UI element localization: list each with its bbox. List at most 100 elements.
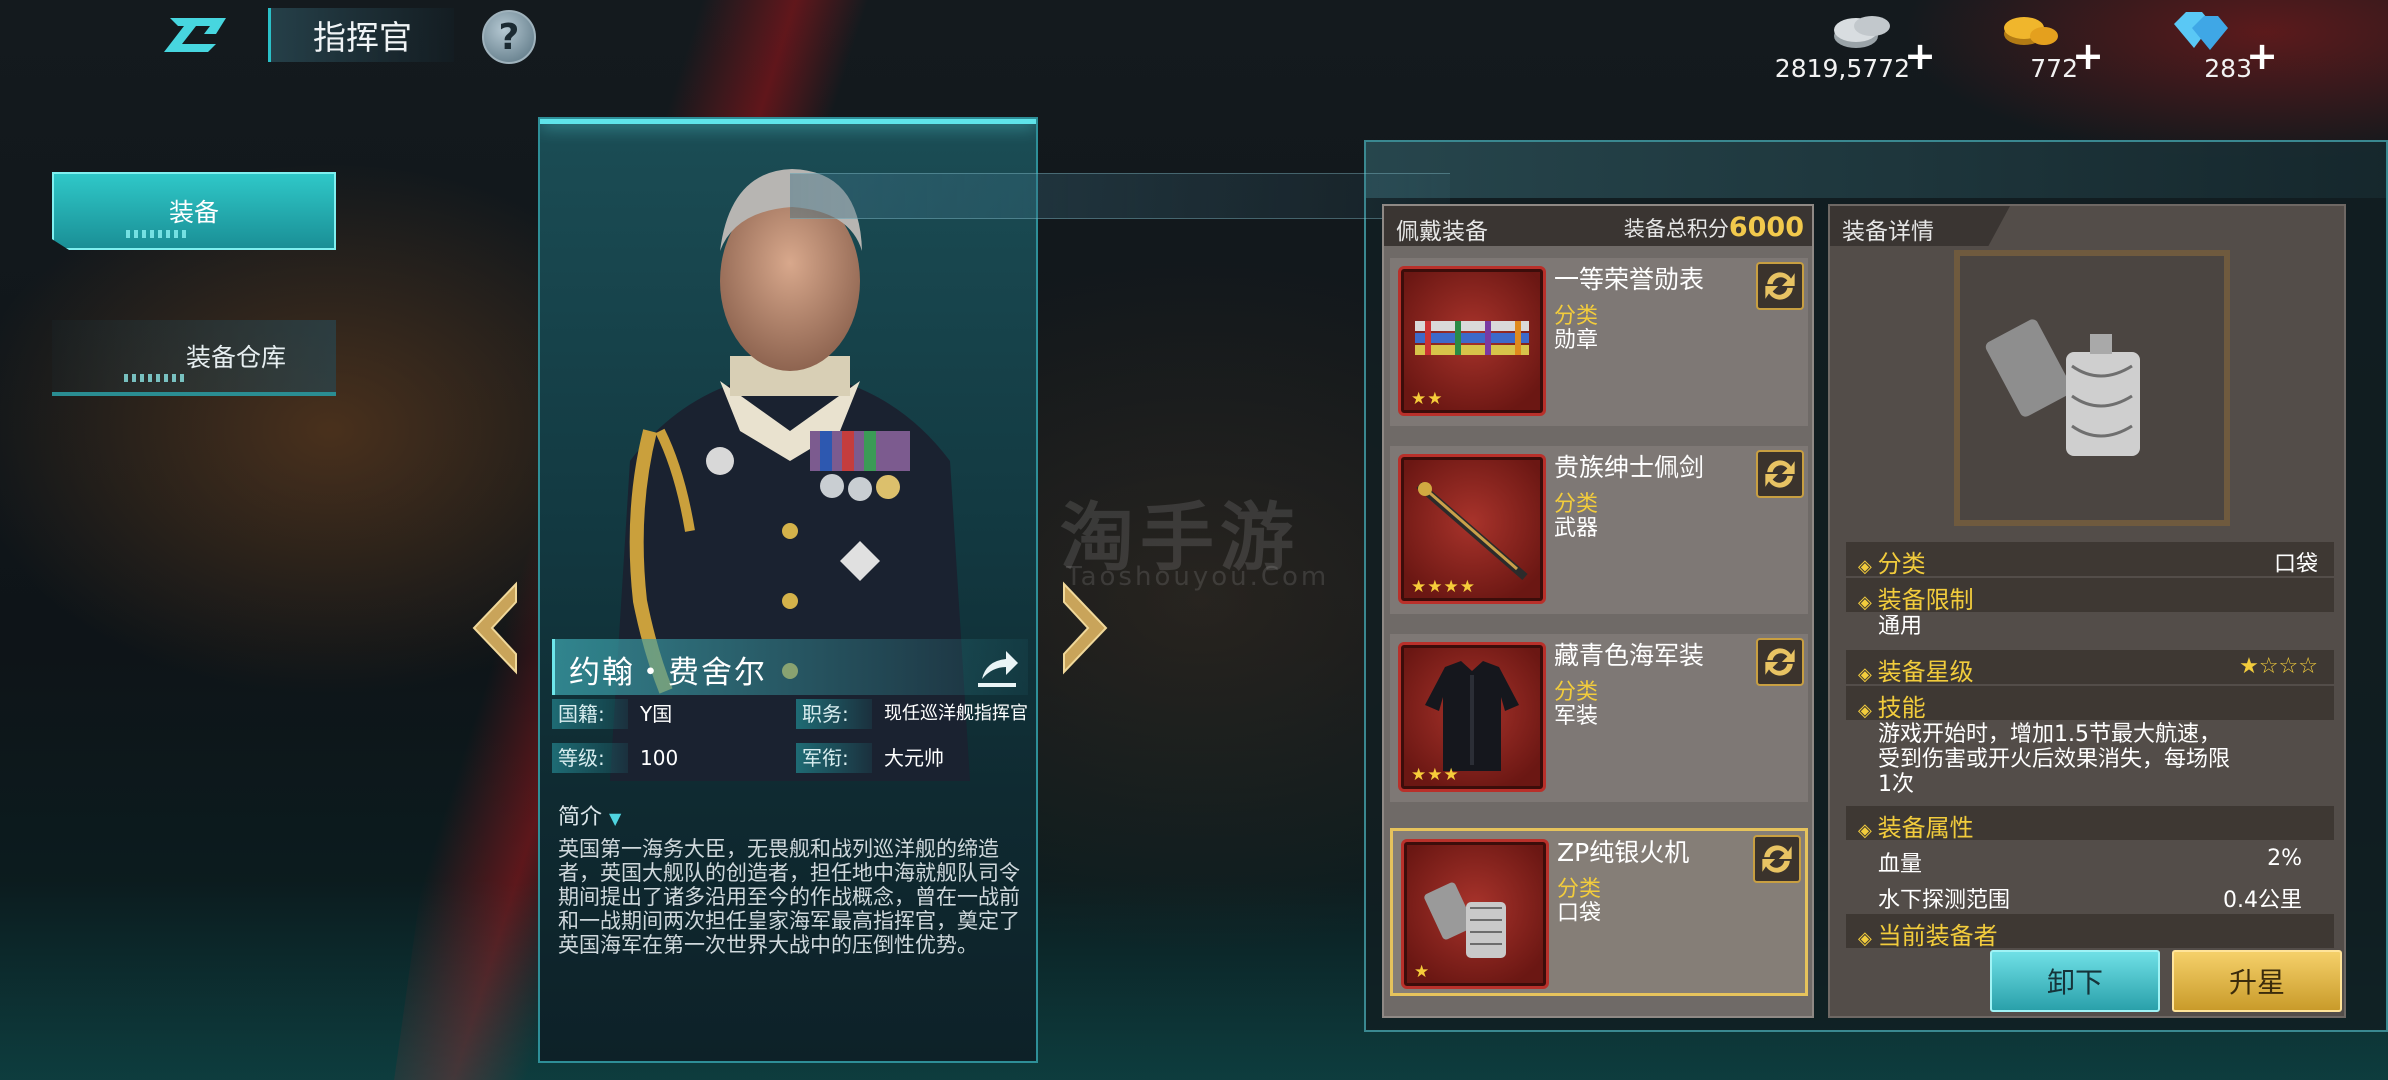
equipped-header: 佩戴装备 装备总积分6000: [1384, 206, 1812, 246]
add-gold-button[interactable]: +: [2072, 34, 2104, 78]
tab-equipment-label: 装备: [168, 198, 219, 227]
star-rating: ★★★★: [1411, 577, 1476, 597]
equip-slot-uniform[interactable]: ★★★ 藏青色海军装 分类 军装: [1390, 634, 1808, 802]
attr-hp: 血量 2%: [1878, 846, 2318, 878]
diamond-value: 283: [2204, 54, 2252, 83]
equip-slot-weapon[interactable]: ★★★★ 贵族绅士佩剑 分类 武器: [1390, 446, 1808, 614]
detail-category-key: 分类: [1858, 544, 1926, 579]
commander-card: 约翰・费舍尔 国籍: Y国 职务: 现任巡洋舰指挥官 等级: 100 军衔: 大…: [538, 117, 1038, 1063]
detail-skill-line-3: 1次: [1878, 772, 1914, 797]
swap-icon[interactable]: [1753, 835, 1801, 883]
detail-skill-line-2: 受到伤害或开火后效果消失，每场限: [1878, 747, 2231, 772]
panel-topband: [1366, 142, 2386, 198]
tab-stripe-decoration: [124, 374, 184, 382]
swap-icon[interactable]: [1756, 450, 1804, 498]
slot-name: 藏青色海军装: [1554, 641, 1705, 670]
detail-limit-key: 装备限制: [1858, 580, 1974, 615]
silver-coins-icon: [1834, 16, 1890, 48]
detail-attr-key: 装备属性: [1858, 808, 1974, 843]
lighter-detail-icon: [1954, 250, 2230, 526]
detail-owner-key: 当前装备者: [1858, 916, 1998, 951]
detail-skill-row: 技能: [1846, 686, 2334, 723]
chevron-down-icon: ▼: [609, 809, 622, 828]
detail-attr-row: 装备属性: [1846, 806, 2334, 843]
post-label: 职务:: [796, 699, 872, 729]
uniform-icon: ★★★: [1398, 642, 1546, 792]
nationality-row: 国籍: Y国: [552, 699, 782, 729]
background-red-glow: [1900, 0, 2388, 160]
detail-header-label: 装备详情: [1842, 219, 1934, 245]
share-icon[interactable]: [972, 645, 1022, 689]
attr-value: 2%: [2267, 846, 2302, 871]
card-glow: [540, 119, 1036, 124]
medal-ribbons-icon: ★★: [1398, 266, 1546, 416]
equipped-header-label: 佩戴装备: [1396, 219, 1488, 245]
scan-band-decoration: [790, 173, 1450, 219]
upgrade-star-button[interactable]: 升星: [2172, 950, 2342, 1012]
attr-name: 水下探测范围: [1878, 888, 2011, 913]
add-silver-button[interactable]: +: [1904, 34, 1936, 78]
intro-text: 英国第一海务大臣，无畏舰和战列巡洋舰的缔造者，英国大舰队的创造者，担任地中海就舰…: [558, 837, 1020, 957]
equipment-detail: 装备详情 分类 口袋 装备限制 通用 装备星级 ★☆☆☆ 技能 游戏开始时，增加…: [1828, 204, 2346, 1018]
detail-star-row: 装备星级 ★☆☆☆: [1846, 650, 2334, 687]
back-logo-icon[interactable]: [160, 12, 236, 58]
question-icon[interactable]: ?: [482, 10, 536, 64]
lighter-icon: ★: [1401, 839, 1549, 989]
rank-label: 军衔:: [796, 743, 872, 773]
slot-category-value: 军装: [1554, 704, 1599, 729]
watermark-en: Taoshouyou.Com: [1066, 562, 1330, 592]
score-label: 装备总积分: [1623, 217, 1729, 241]
detail-header: 装备详情: [1830, 206, 2010, 246]
detail-star-key: 装备星级: [1858, 652, 1974, 687]
star-rating: ★★: [1411, 389, 1444, 409]
detail-limit-value: 通用: [1878, 614, 1923, 639]
post-row: 职务: 现任巡洋舰指挥官: [796, 699, 1036, 729]
silver-value: 2819,5772: [1774, 54, 1910, 83]
swap-icon[interactable]: [1756, 262, 1804, 310]
tab-warehouse-label: 装备仓库: [185, 343, 286, 372]
detail-limit-row: 装备限制: [1846, 578, 2334, 615]
slot-name: ZP纯银火机: [1557, 838, 1690, 867]
attr-sonar-range: 水下探测范围 0.4公里: [1878, 882, 2318, 914]
equip-slot-pocket[interactable]: ★ ZP纯银火机 分类 口袋: [1390, 828, 1808, 996]
equipped-list: 佩戴装备 装备总积分6000 ★★ 一等荣誉勋表 分类 勋章 ★★★★ 贵族绅士…: [1382, 204, 1814, 1018]
tab-equipment-warehouse[interactable]: 装备仓库: [52, 320, 336, 396]
resource-diamond: 283 +: [2160, 4, 2280, 84]
slot-category-value: 勋章: [1554, 328, 1599, 353]
equip-slot-medal[interactable]: ★★ 一等荣誉勋表 分类 勋章: [1390, 258, 1808, 426]
add-diamond-button[interactable]: +: [2246, 34, 2278, 78]
gold-value: 772: [2030, 54, 2078, 83]
level-label: 等级:: [552, 743, 628, 773]
intro-title: 简介: [558, 805, 603, 830]
slot-name: 贵族绅士佩剑: [1554, 453, 1705, 482]
detail-skill-key: 技能: [1858, 688, 1926, 723]
star-rating: ★: [1414, 962, 1431, 982]
detail-skill-line-1: 游戏开始时，增加1.5节最大航速，: [1878, 722, 2221, 747]
next-commander-arrow-icon[interactable]: [1060, 580, 1110, 676]
tab-stripe-decoration: [126, 230, 186, 238]
unequip-button[interactable]: 卸下: [1990, 950, 2160, 1012]
diamond-icon: [2174, 12, 2228, 50]
prev-commander-arrow-icon[interactable]: [470, 580, 520, 676]
swap-icon[interactable]: [1756, 638, 1804, 686]
intro-heading[interactable]: 简介 ▼: [558, 799, 621, 831]
tab-equipment[interactable]: 装备: [52, 172, 336, 250]
star-rating: ★★★: [1411, 765, 1460, 785]
score-line: 装备总积分6000: [1624, 212, 1804, 243]
attr-value: 0.4公里: [2223, 888, 2302, 913]
slot-category-value: 武器: [1554, 516, 1599, 541]
level-row: 等级: 100: [552, 743, 782, 773]
nationality-label: 国籍:: [552, 699, 628, 729]
nationality-value: Y国: [640, 702, 673, 726]
page-title: 指挥官: [268, 8, 454, 62]
gold-coins-icon: [2004, 17, 2058, 45]
post-value: 现任巡洋舰指挥官: [884, 703, 1028, 724]
commander-name: 约翰・费舍尔: [569, 655, 767, 691]
resource-silver: 2819,5772 +: [1775, 4, 1940, 84]
attr-name: 血量: [1878, 852, 1923, 877]
rank-row: 军衔: 大元帅: [796, 743, 1036, 773]
slot-name: 一等荣誉勋表: [1554, 265, 1705, 294]
detail-star-value: ★☆☆☆: [2239, 654, 2318, 679]
detail-category-value: 口袋: [2273, 552, 2318, 577]
sword-icon: ★★★★: [1398, 454, 1546, 604]
